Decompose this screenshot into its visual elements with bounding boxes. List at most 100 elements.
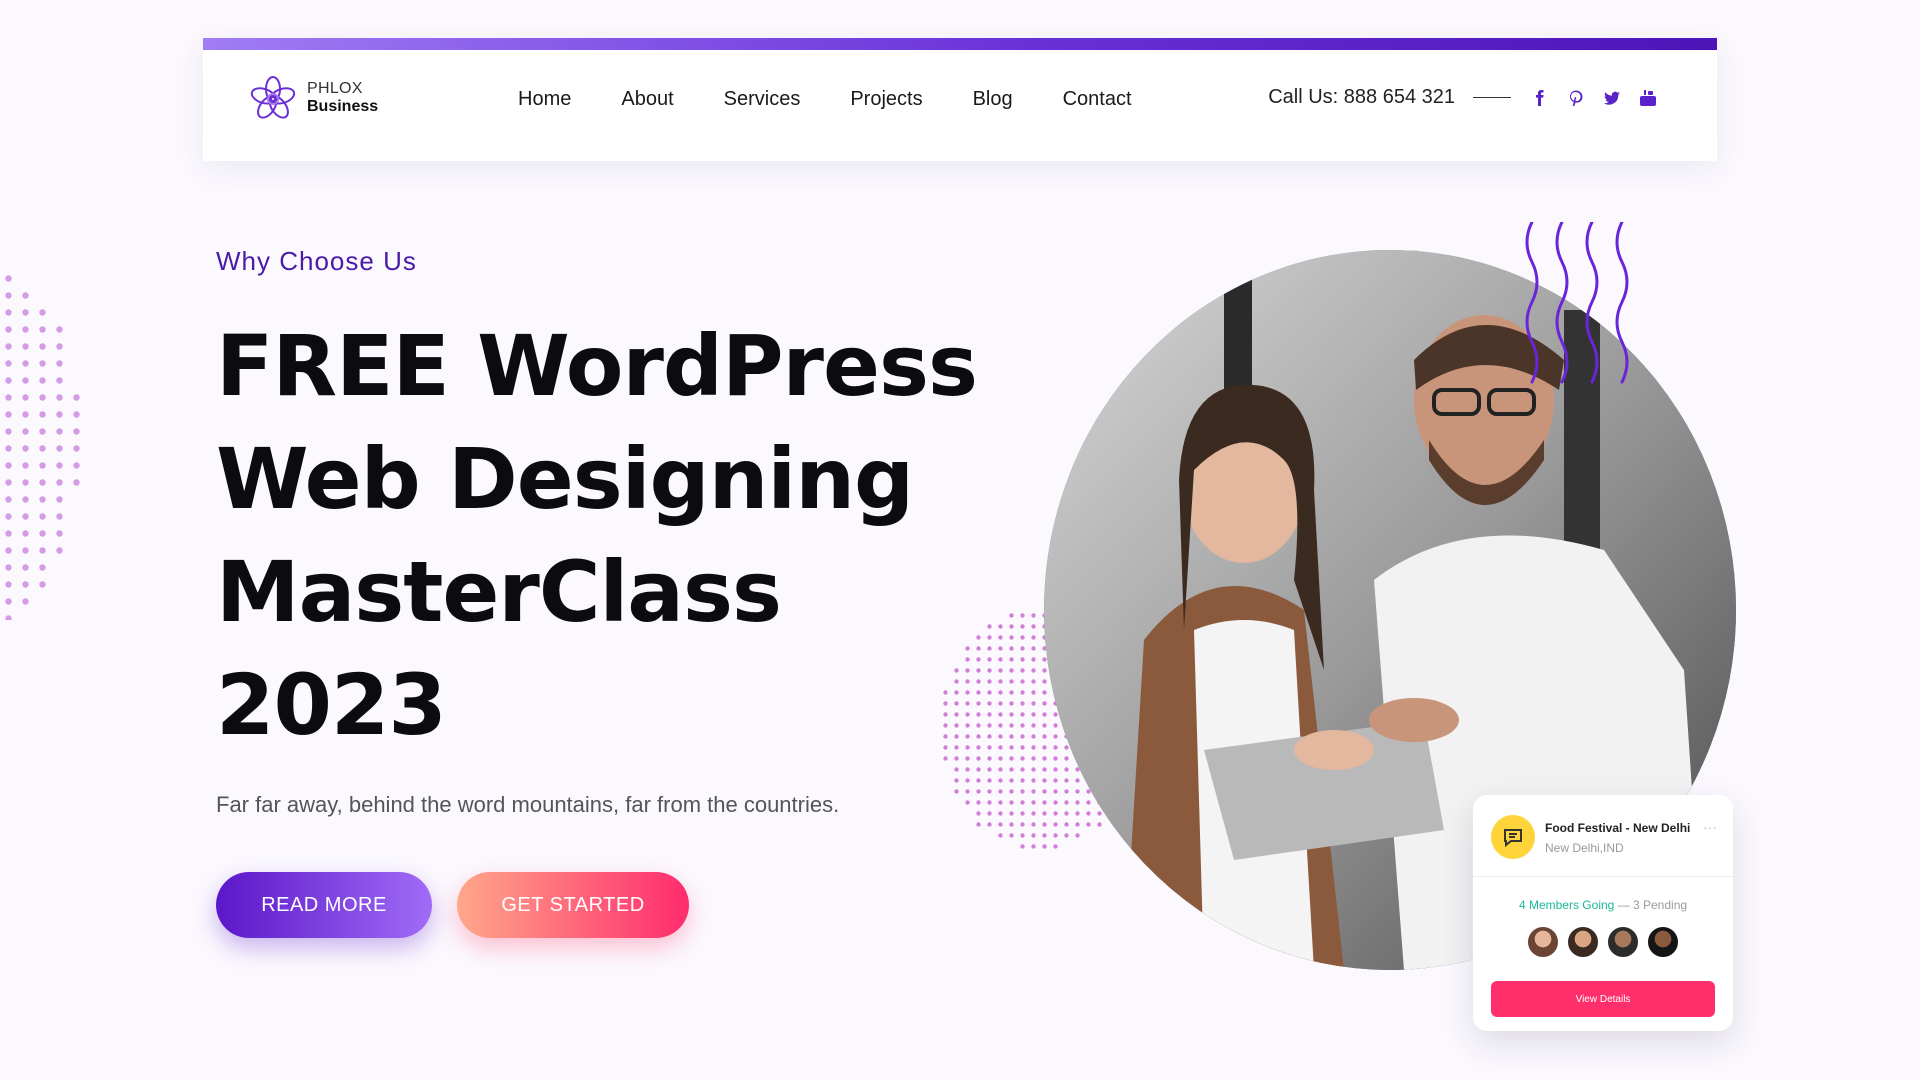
members-pending: — 3 Pending bbox=[1614, 898, 1688, 912]
decorative-dot bbox=[1031, 624, 1036, 629]
decorative-dot bbox=[39, 360, 46, 367]
avatar[interactable] bbox=[1606, 925, 1640, 959]
decorative-dot bbox=[22, 360, 29, 367]
decorative-dot bbox=[965, 723, 970, 728]
hero-eyebrow: Why Choose Us bbox=[216, 246, 417, 276]
decorative-dot bbox=[987, 756, 992, 761]
decorative-dot bbox=[1042, 712, 1047, 717]
decorative-dot bbox=[1020, 800, 1025, 805]
decorative-dot bbox=[1009, 767, 1014, 772]
decorative-dot bbox=[1020, 822, 1025, 827]
decorative-dot bbox=[1031, 778, 1036, 783]
nav-contact[interactable]: Contact bbox=[1038, 76, 1157, 123]
decorative-dot bbox=[1009, 811, 1014, 816]
decorative-dot bbox=[1009, 679, 1014, 684]
decorative-dot bbox=[1053, 778, 1058, 783]
decorative-dot bbox=[1042, 756, 1047, 761]
facebook-icon[interactable] bbox=[1529, 87, 1551, 109]
decorative-dot bbox=[1042, 745, 1047, 750]
decorative-dot bbox=[976, 723, 981, 728]
decorative-dot bbox=[1009, 822, 1014, 827]
get-started-button[interactable]: GET STARTED bbox=[457, 872, 689, 938]
call-us-text: Call Us: 888 654 321 bbox=[1268, 86, 1455, 108]
decorative-dot bbox=[1053, 745, 1058, 750]
decorative-dot bbox=[1031, 690, 1036, 695]
decorative-dot bbox=[73, 411, 80, 418]
decorative-dot bbox=[1020, 789, 1025, 794]
decorative-dot bbox=[1075, 811, 1080, 816]
decorative-dot bbox=[1031, 811, 1036, 816]
nav-projects[interactable]: Projects bbox=[825, 76, 947, 123]
nav-blog[interactable]: Blog bbox=[948, 76, 1038, 123]
decorative-dot bbox=[965, 756, 970, 761]
decorative-dot bbox=[1020, 701, 1025, 706]
brand-logo[interactable]: PHLOX Business bbox=[247, 72, 378, 124]
decorative-dot bbox=[943, 712, 948, 717]
decorative-dot bbox=[1064, 778, 1069, 783]
decorative-dot bbox=[22, 326, 29, 333]
decorative-dot bbox=[965, 668, 970, 673]
decorative-dot bbox=[1009, 734, 1014, 739]
decorative-dot bbox=[965, 734, 970, 739]
decorative-dot bbox=[1042, 668, 1047, 673]
avatar[interactable] bbox=[1566, 925, 1600, 959]
decorative-dot bbox=[1042, 767, 1047, 772]
decorative-dot bbox=[954, 668, 959, 673]
decorative-dot bbox=[1031, 800, 1036, 805]
decorative-dot bbox=[1031, 712, 1036, 717]
decorative-dot bbox=[1020, 723, 1025, 728]
youtube-icon[interactable] bbox=[1637, 87, 1659, 109]
contact-divider bbox=[1473, 97, 1511, 98]
avatar[interactable] bbox=[1646, 925, 1680, 959]
hero-title-line: 2023 bbox=[216, 656, 447, 754]
decorative-dot bbox=[987, 712, 992, 717]
decorative-dot bbox=[1053, 833, 1058, 838]
decorative-dot bbox=[987, 657, 992, 662]
decorative-dot bbox=[56, 445, 63, 452]
decorative-dot bbox=[1075, 789, 1080, 794]
nav-home[interactable]: Home bbox=[493, 76, 596, 123]
decorative-dot bbox=[1086, 811, 1091, 816]
decorative-dot bbox=[976, 800, 981, 805]
more-options-icon[interactable]: ··· bbox=[1703, 819, 1717, 835]
decorative-dot bbox=[22, 428, 29, 435]
decorative-dot bbox=[1097, 822, 1102, 827]
decorative-dot bbox=[987, 723, 992, 728]
decorative-dot bbox=[1020, 624, 1025, 629]
decorative-dot bbox=[976, 822, 981, 827]
hero-title: FREE WordPress Web Designing MasterClass… bbox=[216, 310, 1036, 762]
decorative-dot bbox=[976, 668, 981, 673]
decorative-dot bbox=[998, 690, 1003, 695]
decorative-dot bbox=[987, 668, 992, 673]
decorative-dot bbox=[943, 723, 948, 728]
decorative-dot bbox=[1042, 800, 1047, 805]
decorative-dot bbox=[987, 624, 992, 629]
decorative-dot bbox=[1009, 800, 1014, 805]
avatar[interactable] bbox=[1526, 925, 1560, 959]
decorative-dot bbox=[56, 411, 63, 418]
decorative-dot bbox=[1009, 789, 1014, 794]
member-avatars bbox=[1526, 925, 1680, 959]
decorative-dot bbox=[39, 428, 46, 435]
decorative-dot bbox=[987, 811, 992, 816]
pinterest-icon[interactable] bbox=[1565, 87, 1587, 109]
twitter-icon[interactable] bbox=[1601, 87, 1623, 109]
read-more-button[interactable]: READ MORE bbox=[216, 872, 432, 938]
decorative-dot bbox=[1020, 679, 1025, 684]
decorative-dot bbox=[998, 745, 1003, 750]
decorative-dot bbox=[976, 767, 981, 772]
decorative-dot bbox=[998, 800, 1003, 805]
decorative-dot bbox=[998, 767, 1003, 772]
decorative-dot bbox=[5, 343, 12, 350]
decorative-dot bbox=[1075, 800, 1080, 805]
nav-about[interactable]: About bbox=[596, 76, 698, 123]
decorative-dot bbox=[22, 547, 29, 554]
view-details-button[interactable]: View Details bbox=[1491, 981, 1715, 1017]
decorative-dot bbox=[1064, 822, 1069, 827]
nav-services[interactable]: Services bbox=[699, 76, 826, 123]
decorative-dot bbox=[998, 778, 1003, 783]
decorative-dot bbox=[976, 778, 981, 783]
decorative-dot bbox=[22, 445, 29, 452]
decorative-dot bbox=[1075, 822, 1080, 827]
event-card: Food Festival - New Delhi New Delhi,IND … bbox=[1473, 795, 1733, 1031]
